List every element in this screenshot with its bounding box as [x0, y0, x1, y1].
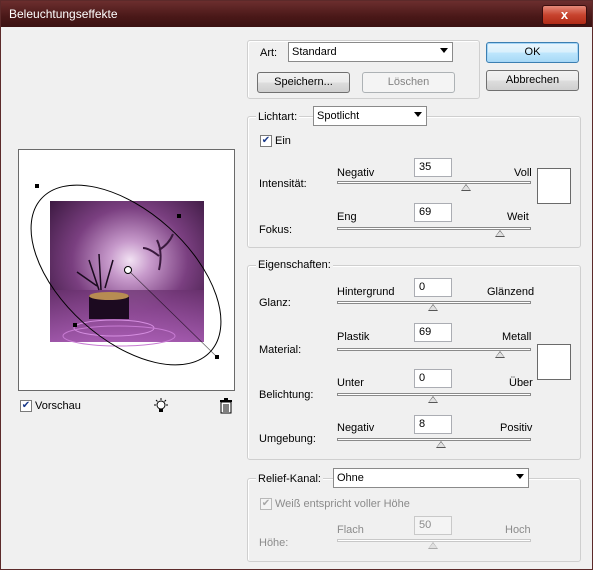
height-max-label: Hoch: [505, 524, 531, 536]
style-dropdown[interactable]: Standard: [288, 42, 453, 62]
light-handle-top-left[interactable]: [35, 184, 39, 188]
material-label: Material:: [259, 344, 302, 356]
gloss-min-label: Hintergrund: [337, 286, 395, 298]
ambience-value-field[interactable]: 8: [414, 415, 452, 434]
light-on-checkbox[interactable]: ✔: [260, 135, 272, 147]
style-label: Art:: [260, 47, 278, 59]
intensity-min-label: Negativ: [337, 167, 375, 179]
height-label: Höhe:: [259, 537, 289, 549]
preview-canvas[interactable]: [19, 150, 234, 390]
texture-channel-value: Ohne: [337, 472, 364, 484]
light-handle-bottom-left[interactable]: [73, 323, 77, 327]
chevron-down-icon: [414, 112, 422, 117]
gloss-max-label: Glänzend: [487, 286, 535, 298]
light-on-label: Ein: [275, 135, 291, 147]
close-button[interactable]: x: [542, 5, 587, 25]
gloss-value-field[interactable]: 0: [414, 278, 452, 297]
ambience-label: Umgebung:: [259, 433, 316, 445]
height-slider-thumb[interactable]: [428, 542, 438, 549]
exposure-value-field[interactable]: 0: [414, 369, 452, 388]
exposure-min-label: Unter: [337, 377, 364, 389]
focus-value-field[interactable]: 69: [414, 203, 452, 222]
exposure-slider-thumb[interactable]: [428, 396, 438, 403]
focus-label: Fokus:: [259, 224, 293, 236]
texture-channel-dropdown[interactable]: Ohne: [333, 468, 529, 488]
ambience-slider-track[interactable]: [337, 438, 531, 441]
exposure-max-label: Über: [509, 377, 533, 389]
light-bulb-icon[interactable]: [152, 397, 170, 415]
gloss-slider-thumb[interactable]: [428, 304, 438, 311]
preview-checkbox[interactable]: ✔: [20, 400, 32, 412]
material-min-label: Plastik: [337, 331, 370, 343]
material-max-label: Metall: [502, 331, 532, 343]
dialog-window: Beleuchtungseffekte x ✔ Vorschau Art: St…: [0, 0, 593, 570]
height-min-label: Flach: [337, 524, 364, 536]
texture-channel-label: Relief-Kanal:: [256, 473, 323, 485]
white-is-high-label: Weiß entspricht voller Höhe: [275, 498, 410, 510]
trash-icon[interactable]: [218, 397, 234, 415]
intensity-max-label: Voll: [514, 167, 532, 179]
delete-button[interactable]: Löschen: [362, 72, 455, 93]
focus-max-label: Weit: [507, 211, 529, 223]
save-button[interactable]: Speichern...: [257, 72, 350, 93]
preview-panel[interactable]: [18, 149, 235, 391]
light-type-dropdown[interactable]: Spotlicht: [313, 106, 427, 126]
properties-label: Eigenschaften:: [256, 259, 333, 271]
material-value-field[interactable]: 69: [414, 323, 452, 342]
ambience-max-label: Positiv: [500, 422, 533, 434]
dialog-client: ✔ Vorschau Art: Standard Speichern... Lö…: [7, 31, 588, 565]
preview-label: Vorschau: [35, 400, 81, 412]
light-type-label: Lichtart:: [256, 111, 300, 123]
ambience-min-label: Negativ: [337, 422, 375, 434]
light-color-swatch[interactable]: [537, 168, 571, 204]
style-value: Standard: [292, 46, 337, 58]
height-value-field[interactable]: 50: [414, 516, 452, 535]
white-is-high-checkbox[interactable]: ✔: [260, 498, 272, 510]
exposure-label: Belichtung:: [259, 389, 314, 401]
intensity-slider-track[interactable]: [337, 181, 531, 184]
focus-min-label: Eng: [337, 211, 357, 223]
cancel-button[interactable]: Abbrechen: [486, 70, 579, 91]
light-type-value: Spotlicht: [317, 110, 360, 122]
ambience-slider-thumb[interactable]: [436, 441, 446, 448]
chevron-down-icon: [516, 474, 524, 479]
focus-slider-thumb[interactable]: [495, 230, 505, 237]
light-handle-top-right[interactable]: [177, 214, 181, 218]
gloss-label: Glanz:: [259, 297, 291, 309]
intensity-label: Intensität:: [259, 178, 307, 190]
material-slider-thumb[interactable]: [495, 351, 505, 358]
intensity-value-field[interactable]: 35: [414, 158, 452, 177]
chevron-down-icon: [440, 48, 448, 53]
light-center-handle[interactable]: [124, 266, 132, 274]
ambience-color-swatch[interactable]: [537, 344, 571, 380]
intensity-slider-thumb[interactable]: [461, 184, 471, 191]
light-handle-bottom-right[interactable]: [215, 355, 219, 359]
ok-button[interactable]: OK: [486, 42, 579, 63]
window-title: Beleuchtungseffekte: [9, 7, 118, 21]
title-bar[interactable]: Beleuchtungseffekte x: [1, 1, 592, 27]
